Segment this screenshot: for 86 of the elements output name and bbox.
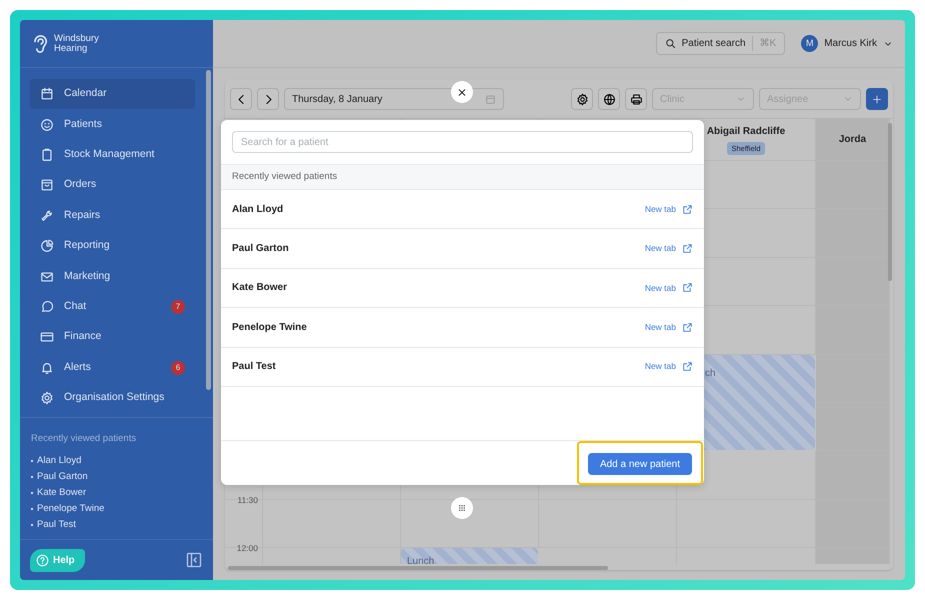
new-tab-link[interactable]: New tab: [644, 242, 693, 255]
brand-name: Windsbury Hearing: [54, 34, 99, 54]
add-patient-button[interactable]: Add a new patient: [588, 453, 692, 476]
external-link-icon: [682, 204, 693, 215]
section-title: Recently viewed patients: [31, 432, 138, 446]
printer-icon: [630, 92, 642, 106]
scrollbar[interactable]: [206, 70, 211, 390]
nav-label: Stock Management: [64, 147, 154, 162]
user-menu[interactable]: Marcus Kirk: [824, 36, 877, 51]
nav-label: Chat: [64, 299, 86, 314]
section-title: Recently viewed patients: [221, 164, 704, 190]
external-link-icon: [682, 282, 693, 294]
patient-row[interactable]: Kate Bower New tab: [221, 268, 704, 308]
patient-row[interactable]: Paul Garton New tab: [221, 229, 704, 269]
print-button[interactable]: [625, 88, 647, 110]
globe-icon: [602, 92, 616, 106]
next-button[interactable]: [257, 88, 279, 110]
recent-patient-link[interactable]: Paul Garton: [37, 470, 88, 484]
bell-icon: [40, 360, 54, 375]
nav-item[interactable]: Organisation Settings: [30, 382, 195, 414]
settings-icon: [576, 92, 588, 106]
question-icon: [36, 554, 49, 566]
nav-item[interactable]: Repairs: [30, 200, 195, 231]
new-tab-link[interactable]: New tab: [644, 320, 693, 334]
previous-button[interactable]: [230, 88, 252, 110]
search-field[interactable]: Search for a patient: [232, 131, 693, 153]
close-icon: [457, 86, 467, 98]
new-tab-link[interactable]: New tab: [644, 282, 693, 294]
time-label: 12:00: [236, 542, 259, 555]
smiley-icon: [40, 118, 54, 132]
patient-row[interactable]: Paul Test New tab: [221, 348, 704, 387]
nav-label: Orders: [64, 177, 96, 192]
nav-item[interactable]: Orders: [30, 170, 195, 201]
shortcut-hint: ⌘K: [752, 36, 776, 51]
external-link-icon: [682, 361, 693, 372]
nav-label: Patients: [64, 116, 102, 132]
count-badge: 7: [171, 300, 185, 314]
credit-card-icon: [40, 330, 54, 344]
new-tab-link[interactable]: New tab: [644, 202, 693, 216]
nav-item[interactable]: Chat 7: [30, 292, 195, 322]
recent-patient-link[interactable]: Kate Bower: [37, 486, 86, 500]
bag-icon: [40, 178, 54, 192]
collapse-sidebar-icon[interactable]: [186, 552, 202, 568]
horizontal-scrollbar[interactable]: [228, 566, 608, 570]
nav-label: Finance: [64, 329, 102, 344]
nav-item[interactable]: Patients: [30, 109, 195, 140]
calendar-icon: [485, 94, 496, 104]
nav-item[interactable]: Marketing: [30, 261, 195, 292]
nav-label: Marketing: [64, 268, 110, 284]
recent-patient-link[interactable]: Alan Lloyd: [37, 454, 82, 468]
patient-row[interactable]: Penelope Twine New tab: [221, 308, 704, 348]
speech-bubble-icon: [40, 300, 54, 314]
settings-button[interactable]: [571, 88, 593, 110]
nav-item[interactable]: Alerts 6: [30, 352, 195, 383]
column-header: Jorda: [816, 119, 890, 161]
recent-patient-link[interactable]: Penelope Twine: [37, 502, 104, 516]
nav-label: Calendar: [64, 86, 107, 102]
nav-item[interactable]: Finance: [30, 322, 195, 353]
search-icon: [664, 38, 676, 49]
globe-button[interactable]: [598, 88, 620, 110]
nav-item[interactable]: Reporting: [30, 230, 195, 262]
external-link-icon: [682, 243, 693, 254]
settings-icon: [40, 391, 54, 406]
date-field[interactable]: Thursday, 8 January: [284, 88, 504, 110]
time-label: 11:30: [236, 494, 259, 506]
envelope-icon: [40, 270, 54, 284]
user-avatar: M: [801, 35, 818, 52]
nav-label: Alerts: [64, 360, 91, 375]
pie-chart-icon: [40, 239, 54, 254]
count-badge: 6: [171, 360, 185, 375]
nav-label: Reporting: [64, 238, 110, 254]
nav-label: Repairs: [64, 208, 100, 223]
recent-patient-link[interactable]: Paul Test: [37, 518, 76, 532]
calendar-icon: [40, 87, 54, 102]
wrench-icon: [40, 208, 54, 223]
patient-row[interactable]: Alan Lloyd New tab: [221, 190, 704, 230]
add-button[interactable]: [866, 88, 888, 110]
plus-icon: [872, 92, 882, 106]
lunch-block[interactable]: Lunch: [401, 548, 538, 564]
nav-label: Organisation Settings: [64, 390, 164, 406]
patient-search-button[interactable]: Patient search ⌘K: [656, 32, 786, 55]
grip-icon: [456, 502, 468, 514]
nav-item[interactable]: Calendar: [30, 79, 195, 110]
nav-item[interactable]: Stock Management: [30, 140, 195, 170]
external-link-icon: [682, 322, 693, 333]
clipboard-icon: [40, 148, 54, 162]
